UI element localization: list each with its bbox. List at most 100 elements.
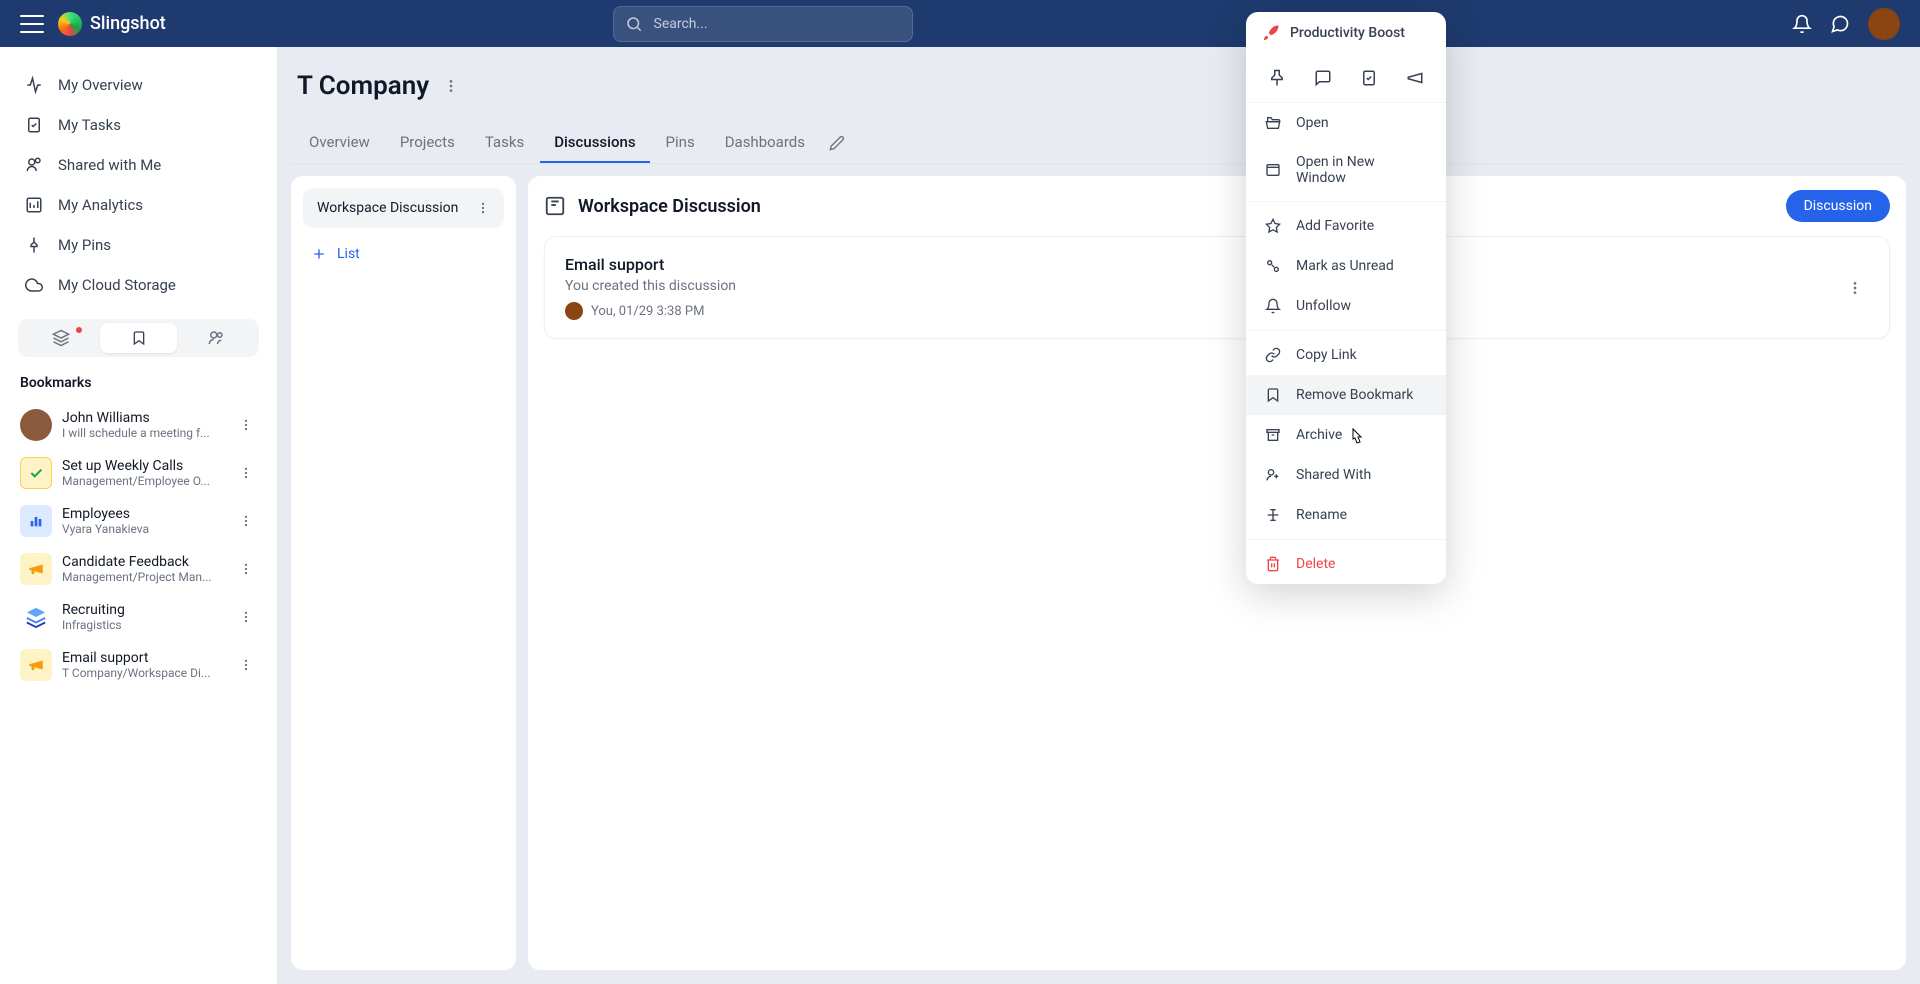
bookmark-sub: Management/Employee O... bbox=[62, 474, 225, 488]
ctx-label: Archive bbox=[1296, 427, 1342, 443]
ctx-remove-bookmark[interactable]: Remove Bookmark bbox=[1246, 375, 1446, 415]
workspace-more-icon[interactable] bbox=[443, 78, 459, 94]
ctx-open[interactable]: Open bbox=[1246, 103, 1446, 143]
seg-bookmarks[interactable] bbox=[100, 323, 178, 353]
ctx-label: Add Favorite bbox=[1296, 218, 1374, 234]
tab-overview[interactable]: Overview bbox=[295, 123, 384, 163]
more-icon[interactable] bbox=[235, 558, 257, 580]
ctx-copy-link[interactable]: Copy Link bbox=[1246, 335, 1446, 375]
nav-shared-with-me[interactable]: Shared with Me bbox=[10, 145, 267, 185]
bookmark-employees[interactable]: Employees Vyara Yanakieva bbox=[10, 497, 267, 545]
more-icon[interactable] bbox=[476, 201, 490, 215]
bookmark-title: Candidate Feedback bbox=[62, 554, 225, 570]
bookmark-title: Set up Weekly Calls bbox=[62, 458, 225, 474]
search-input[interactable] bbox=[613, 6, 913, 42]
cloud-icon bbox=[24, 275, 44, 295]
bookmark-john-williams[interactable]: John Williams I will schedule a meeting … bbox=[10, 401, 267, 449]
tab-tasks[interactable]: Tasks bbox=[471, 123, 538, 163]
logo-icon bbox=[58, 12, 82, 36]
chat-icon[interactable] bbox=[1830, 14, 1850, 34]
tab-dashboards[interactable]: Dashboards bbox=[711, 123, 819, 163]
bookmark-email-support[interactable]: Email support T Company/Workspace Di... bbox=[10, 641, 267, 689]
more-icon[interactable] bbox=[235, 510, 257, 532]
discussion-title: Email support bbox=[565, 255, 1841, 274]
nav-my-pins[interactable]: My Pins bbox=[10, 225, 267, 265]
pin-icon[interactable] bbox=[1263, 64, 1291, 92]
nav-my-analytics[interactable]: My Analytics bbox=[10, 185, 267, 225]
chart-icon bbox=[20, 505, 52, 537]
more-icon[interactable] bbox=[235, 654, 257, 676]
discussion-card[interactable]: Email support You created this discussio… bbox=[544, 236, 1890, 339]
nav-my-overview[interactable]: My Overview bbox=[10, 65, 267, 105]
ctx-delete[interactable]: Delete bbox=[1246, 544, 1446, 584]
comment-icon[interactable] bbox=[1309, 64, 1337, 92]
nav-my-tasks[interactable]: My Tasks bbox=[10, 105, 267, 145]
megaphone-icon bbox=[20, 553, 52, 585]
ctx-add-favorite[interactable]: Add Favorite bbox=[1246, 206, 1446, 246]
edit-tabs-icon[interactable] bbox=[821, 127, 853, 159]
ctx-shared-with[interactable]: Shared With bbox=[1246, 455, 1446, 495]
seg-people[interactable] bbox=[177, 323, 255, 353]
seg-layers[interactable] bbox=[22, 323, 100, 353]
tab-discussions[interactable]: Discussions bbox=[540, 123, 649, 163]
window-icon bbox=[1264, 161, 1282, 179]
rocket-icon bbox=[1262, 24, 1280, 42]
nav-label: My Tasks bbox=[58, 116, 121, 134]
ctx-label: Shared With bbox=[1296, 467, 1371, 483]
discussion-more-icon[interactable] bbox=[1841, 274, 1869, 302]
hamburger-menu[interactable] bbox=[20, 15, 44, 33]
ctx-label: Open bbox=[1296, 115, 1329, 131]
avatar bbox=[20, 409, 52, 441]
ctx-label: Open in New Window bbox=[1296, 154, 1428, 186]
ctx-label: Mark as Unread bbox=[1296, 258, 1394, 274]
bookmark-title: Recruiting bbox=[62, 602, 225, 618]
bell-icon bbox=[1264, 297, 1282, 315]
tab-pins[interactable]: Pins bbox=[652, 123, 709, 163]
context-menu: Productivity Boost Open Open in New Wind… bbox=[1246, 12, 1446, 584]
ctx-unfollow[interactable]: Unfollow bbox=[1246, 286, 1446, 326]
discussion-detail-panel: Workspace Discussion Discussion Email su… bbox=[528, 176, 1906, 970]
more-icon[interactable] bbox=[235, 462, 257, 484]
bookmark-remove-icon bbox=[1264, 386, 1282, 404]
tasks-icon bbox=[24, 115, 44, 135]
ctx-open-new-window[interactable]: Open in New Window bbox=[1246, 143, 1446, 197]
announce-icon[interactable] bbox=[1401, 64, 1429, 92]
pins-icon bbox=[24, 235, 44, 255]
ctx-mark-unread[interactable]: Mark as Unread bbox=[1246, 246, 1446, 286]
ctx-rename[interactable]: Rename bbox=[1246, 495, 1446, 535]
ctx-header-label: Productivity Boost bbox=[1290, 25, 1405, 41]
ctx-archive[interactable]: Archive bbox=[1246, 415, 1446, 455]
app-logo[interactable]: Slingshot bbox=[58, 12, 166, 36]
bookmark-recruiting[interactable]: Recruiting Infragistics bbox=[10, 593, 267, 641]
notification-icon[interactable] bbox=[1792, 14, 1812, 34]
bookmark-weekly-calls[interactable]: Set up Weekly Calls Management/Employee … bbox=[10, 449, 267, 497]
discussion-list-item[interactable]: Workspace Discussion bbox=[303, 188, 504, 228]
layers-icon bbox=[20, 601, 52, 633]
view-switcher bbox=[18, 319, 259, 357]
author-avatar bbox=[565, 302, 583, 320]
new-discussion-button[interactable]: Discussion bbox=[1786, 190, 1890, 222]
ctx-label: Copy Link bbox=[1296, 347, 1357, 363]
nav-label: My Overview bbox=[58, 76, 143, 94]
bookmark-title: Employees bbox=[62, 506, 225, 522]
nav-label: My Pins bbox=[58, 236, 111, 254]
app-name: Slingshot bbox=[90, 13, 166, 34]
user-avatar[interactable] bbox=[1868, 8, 1900, 40]
task-icon[interactable] bbox=[1355, 64, 1383, 92]
nav-my-cloud-storage[interactable]: My Cloud Storage bbox=[10, 265, 267, 305]
add-list-button[interactable]: List bbox=[303, 236, 504, 272]
more-icon[interactable] bbox=[235, 606, 257, 628]
bookmark-title: John Williams bbox=[62, 410, 225, 426]
bookmark-candidate-feedback[interactable]: Candidate Feedback Management/Project Ma… bbox=[10, 545, 267, 593]
tab-projects[interactable]: Projects bbox=[386, 123, 469, 163]
ctx-label: Rename bbox=[1296, 507, 1347, 523]
discussion-icon bbox=[544, 195, 566, 217]
discussion-list-panel: Workspace Discussion List bbox=[291, 176, 516, 970]
overview-icon bbox=[24, 75, 44, 95]
bookmark-sub: Management/Project Man... bbox=[62, 570, 225, 584]
more-icon[interactable] bbox=[235, 414, 257, 436]
bookmark-sub: T Company/Workspace Di... bbox=[62, 666, 225, 680]
ctx-label: Unfollow bbox=[1296, 298, 1351, 314]
nav-label: My Analytics bbox=[58, 196, 143, 214]
discussion-subtitle: You created this discussion bbox=[565, 278, 1841, 294]
